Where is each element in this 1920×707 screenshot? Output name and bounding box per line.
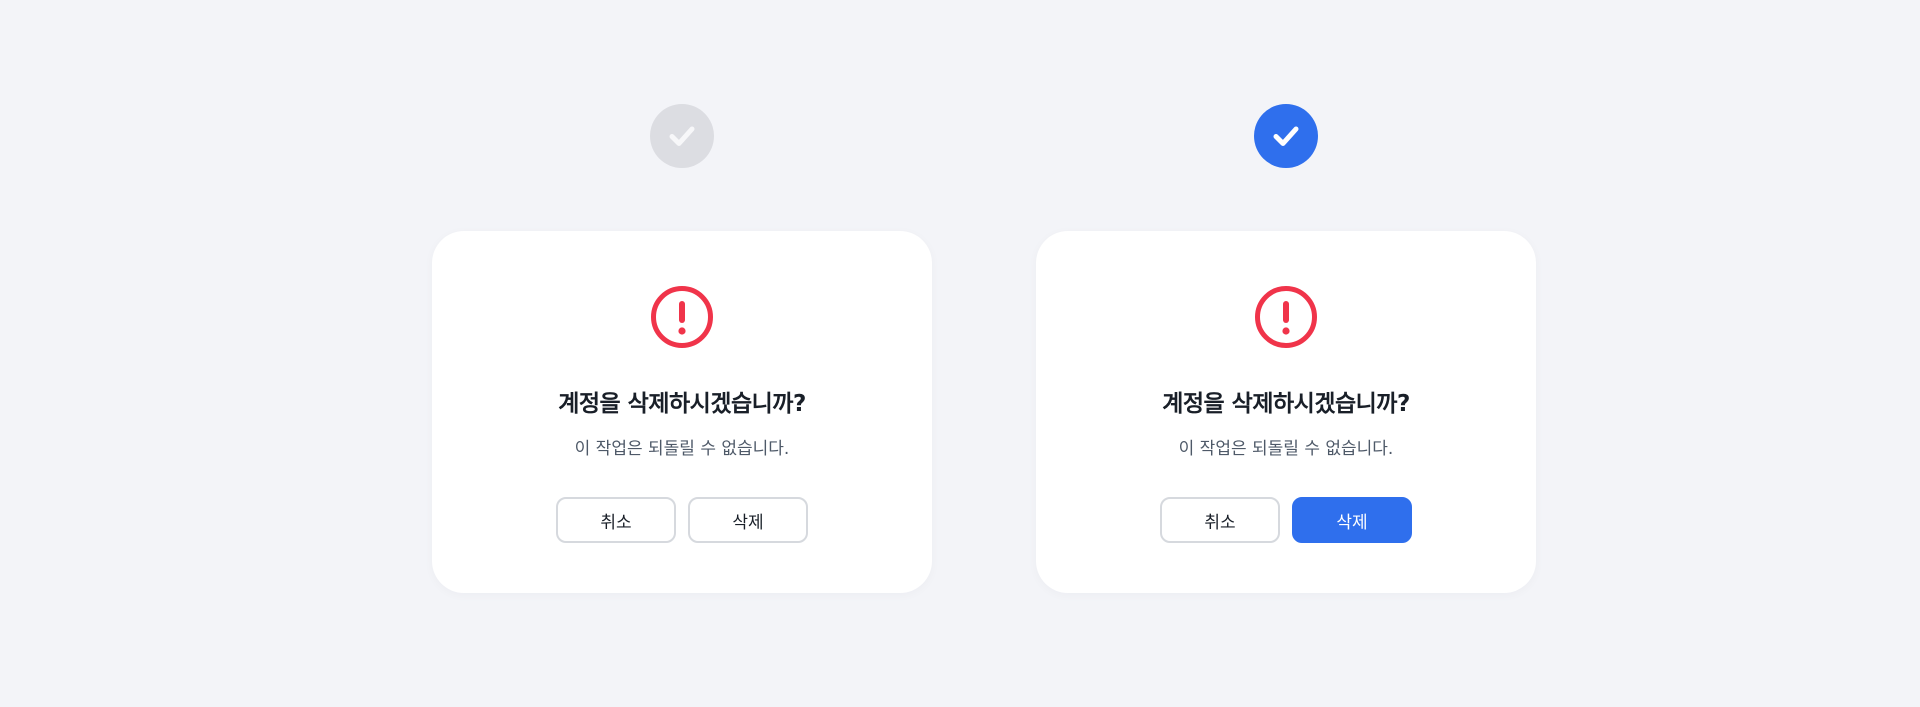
check-icon	[669, 126, 695, 146]
confirm-dialog: 계정을 삭제하시겠습니까? 이 작업은 되돌릴 수 없습니다. 취소 삭제	[1036, 231, 1536, 593]
dialog-title: 계정을 삭제하시겠습니까?	[1162, 391, 1410, 417]
dialog-variant-default: 계정을 삭제하시겠습니까? 이 작업은 되돌릴 수 없습니다. 취소 삭제	[432, 0, 932, 707]
selection-badge-selected[interactable]	[1254, 104, 1318, 168]
selection-badge-unselected[interactable]	[650, 104, 714, 168]
dialog-variant-selected: 계정을 삭제하시겠습니까? 이 작업은 되돌릴 수 없습니다. 취소 삭제	[1036, 0, 1536, 707]
dialog-description: 이 작업은 되돌릴 수 없습니다.	[574, 439, 790, 459]
delete-button[interactable]: 삭제	[1292, 497, 1412, 543]
dialog-description: 이 작업은 되돌릴 수 없습니다.	[1178, 439, 1394, 459]
dialog-title: 계정을 삭제하시겠습니까?	[558, 391, 806, 417]
check-icon	[1273, 126, 1299, 146]
confirm-dialog: 계정을 삭제하시겠습니까? 이 작업은 되돌릴 수 없습니다. 취소 삭제	[432, 231, 932, 593]
delete-button[interactable]: 삭제	[688, 497, 808, 543]
cancel-button[interactable]: 취소	[1160, 497, 1280, 543]
exclamation-circle-icon	[650, 285, 714, 349]
exclamation-circle-icon	[1254, 285, 1318, 349]
cancel-button[interactable]: 취소	[556, 497, 676, 543]
